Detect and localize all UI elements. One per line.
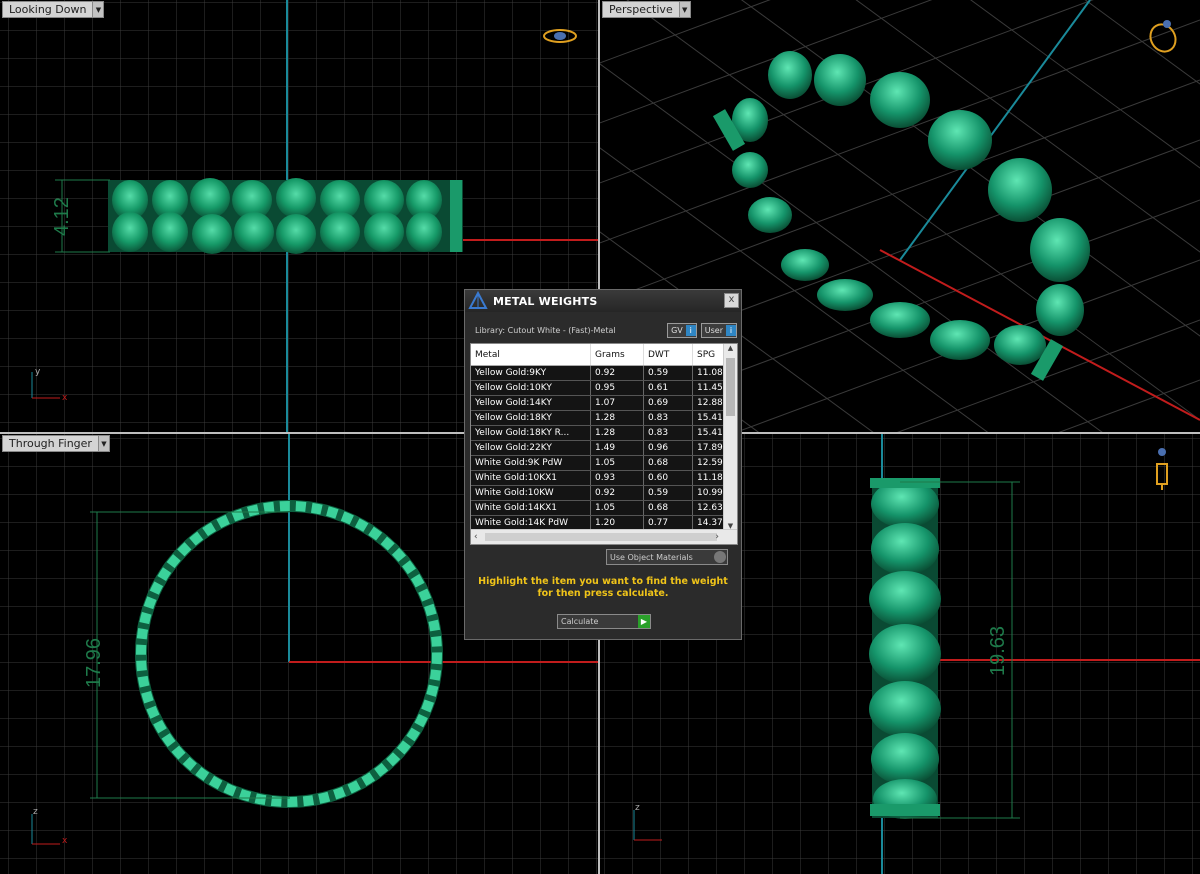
library-label: Library: Cutout White - (Fast)-Metal	[475, 325, 616, 335]
info-icon: i	[685, 324, 696, 336]
scroll-left-icon[interactable]: ‹	[474, 530, 478, 544]
instruction-text: Highlight the item you want to find the …	[473, 576, 733, 600]
viewport-menu-perspective[interactable]: Perspective ▼	[602, 1, 691, 18]
table-row[interactable]: Yellow Gold:10KY 0.95 0.61 11.45	[471, 380, 732, 396]
cell-grams: 1.05	[590, 500, 644, 516]
metal-weights-dialog: METAL WEIGHTS x Library: Cutout White - …	[464, 289, 742, 640]
info-icon: i	[726, 324, 736, 336]
viewport-label: Through Finger	[9, 437, 92, 450]
cell-dwt: 0.68	[643, 455, 693, 471]
cell-grams: 1.28	[590, 410, 644, 426]
cell-dwt: 0.96	[643, 440, 693, 456]
table-row[interactable]: Yellow Gold:18KY R... 1.28 0.83 15.41	[471, 425, 732, 441]
calculate-label: Calculate	[561, 617, 599, 626]
table-row[interactable]: White Gold:10KX1 0.93 0.60 11.18	[471, 470, 732, 486]
ring-band-top	[108, 178, 463, 254]
user-toggle-label: User	[704, 325, 723, 335]
cell-grams: 0.93	[590, 470, 644, 486]
viewport-label: Perspective	[609, 3, 673, 16]
cell-metal: Yellow Gold:10KY	[471, 380, 591, 396]
dimension-label: 19.63	[987, 626, 1009, 676]
scroll-right-icon[interactable]: ›	[715, 530, 719, 544]
cell-grams: 1.49	[590, 440, 644, 456]
cell-grams: 0.92	[590, 365, 644, 381]
cell-metal: White Gold:10KW	[471, 485, 591, 501]
instruction-line-1: Highlight the item you want to find the …	[478, 576, 728, 587]
table-row[interactable]: Yellow Gold:22KY 1.49 0.96 17.89	[471, 440, 732, 456]
ring-band-side	[869, 478, 941, 819]
axis-label-y: y	[35, 367, 41, 377]
table-row[interactable]: White Gold:10KW 0.92 0.59 10.99	[471, 485, 732, 501]
cell-grams: 1.07	[590, 395, 644, 411]
dialog-title: METAL WEIGHTS	[493, 294, 598, 308]
viewport-label: Looking Down	[9, 3, 87, 16]
axis-label-z: z	[635, 803, 640, 813]
cell-metal: White Gold:10KX1	[471, 470, 591, 486]
calculate-button[interactable]: Calculate ▶	[557, 614, 651, 629]
table-horizontal-scrollbar[interactable]: ‹ ›	[471, 529, 737, 544]
axis-label-x: x	[62, 836, 68, 846]
table-vertical-scrollbar[interactable]: ▲ ▼	[723, 344, 737, 530]
chevron-down-icon[interactable]: ▼	[97, 436, 109, 451]
app-logo-icon	[468, 290, 488, 309]
user-toggle[interactable]: User i	[700, 322, 737, 338]
cell-dwt: 0.59	[643, 365, 693, 381]
scrollbar-thumb[interactable]	[726, 358, 735, 416]
cell-metal: White Gold:14KX1	[471, 500, 591, 516]
ring-band-perspective	[712, 51, 1090, 381]
chevron-down-icon[interactable]: ▼	[92, 2, 104, 17]
cell-metal: Yellow Gold:18KY	[471, 410, 591, 426]
use-object-materials-label: Use Object Materials	[610, 552, 693, 562]
use-object-materials-toggle[interactable]: Use Object Materials	[606, 549, 728, 565]
cell-dwt: 0.83	[643, 425, 693, 441]
view-orientation-icon[interactable]	[1146, 20, 1181, 56]
column-header-grams[interactable]: Grams	[590, 344, 644, 366]
gv-toggle[interactable]: GV i	[667, 322, 697, 338]
cell-grams: 0.92	[590, 485, 644, 501]
column-header-dwt[interactable]: DWT	[643, 344, 693, 366]
play-icon: ▶	[638, 615, 650, 628]
viewport-menu-looking-down[interactable]: Looking Down ▼	[2, 1, 105, 18]
close-icon[interactable]: x	[724, 293, 739, 308]
cell-metal: Yellow Gold:14KY	[471, 395, 591, 411]
cell-grams: 1.05	[590, 455, 644, 471]
table-row[interactable]: White Gold:9K PdW 1.05 0.68 12.59	[471, 455, 732, 471]
metal-weights-table: Metal Grams DWT SPG Yellow Gold:9KY 0.92 0…	[470, 343, 738, 545]
toggle-knob-icon	[714, 551, 726, 563]
cell-metal: White Gold:9K PdW	[471, 455, 591, 471]
table-row[interactable]: Yellow Gold:18KY 1.28 0.83 15.41	[471, 410, 732, 426]
dimension-label: 4.12	[51, 197, 73, 236]
table-row[interactable]: Yellow Gold:9KY 0.92 0.59 11.08	[471, 365, 732, 381]
dimension-label: 17.96	[83, 638, 105, 688]
chevron-down-icon[interactable]: ▼	[678, 2, 690, 17]
scrollbar-thumb[interactable]	[485, 533, 717, 541]
gv-toggle-label: GV	[671, 325, 683, 335]
table-row[interactable]: Yellow Gold:14KY 1.07 0.69 12.88	[471, 395, 732, 411]
cell-metal: Yellow Gold:18KY R...	[471, 425, 591, 441]
cell-grams: 1.28	[590, 425, 644, 441]
cell-dwt: 0.69	[643, 395, 693, 411]
cell-metal: Yellow Gold:9KY	[471, 365, 591, 381]
axis-label-z: z	[33, 807, 38, 817]
cell-dwt: 0.60	[643, 470, 693, 486]
axis-label-x: x	[62, 393, 68, 403]
cell-dwt: 0.59	[643, 485, 693, 501]
column-header-metal[interactable]: Metal	[471, 344, 591, 366]
cell-dwt: 0.68	[643, 500, 693, 516]
scroll-up-icon[interactable]: ▲	[724, 344, 737, 352]
cell-dwt: 0.83	[643, 410, 693, 426]
table-row[interactable]: White Gold:14KX1 1.05 0.68 12.63	[471, 500, 732, 516]
cell-dwt: 0.61	[643, 380, 693, 396]
cell-grams: 0.95	[590, 380, 644, 396]
viewport-menu-through-finger[interactable]: Through Finger ▼	[2, 435, 110, 452]
dialog-title-bar[interactable]: METAL WEIGHTS x	[465, 290, 741, 312]
cell-metal: Yellow Gold:22KY	[471, 440, 591, 456]
instruction-line-2: for then press calculate.	[537, 588, 669, 599]
